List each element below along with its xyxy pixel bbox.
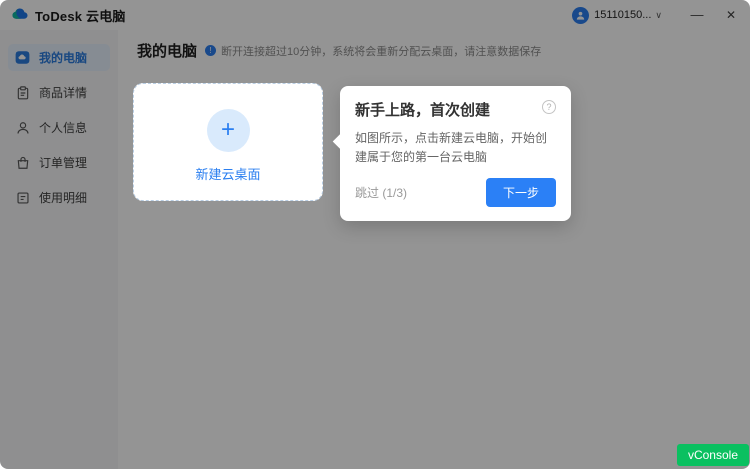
plus-circle: + — [207, 109, 250, 152]
plus-icon: + — [221, 118, 235, 142]
tooltip-body: 如图所示，点击新建云电脑，开始创建属于您的第一台云电脑 — [355, 129, 556, 167]
vconsole-button[interactable]: vConsole — [677, 444, 749, 466]
guide-tooltip: 新手上路，首次创建 ? 如图所示，点击新建云电脑，开始创建属于您的第一台云电脑 … — [340, 86, 571, 221]
tooltip-header: 新手上路，首次创建 ? — [355, 99, 556, 120]
tooltip-title: 新手上路，首次创建 — [355, 99, 490, 120]
help-icon[interactable]: ? — [542, 100, 556, 114]
skip-button[interactable]: 跳过 (1/3) — [355, 184, 407, 201]
tooltip-footer: 跳过 (1/3) 下一步 — [355, 178, 556, 207]
guide-dim-overlay — [0, 0, 750, 469]
app-window: ToDesk 云电脑 15110150... ∨ — ✕ 我的电脑 — [0, 0, 750, 469]
create-cloud-desktop-card[interactable]: + 新建云桌面 — [133, 83, 323, 201]
next-step-button[interactable]: 下一步 — [486, 178, 556, 207]
create-desktop-label: 新建云桌面 — [195, 164, 260, 183]
